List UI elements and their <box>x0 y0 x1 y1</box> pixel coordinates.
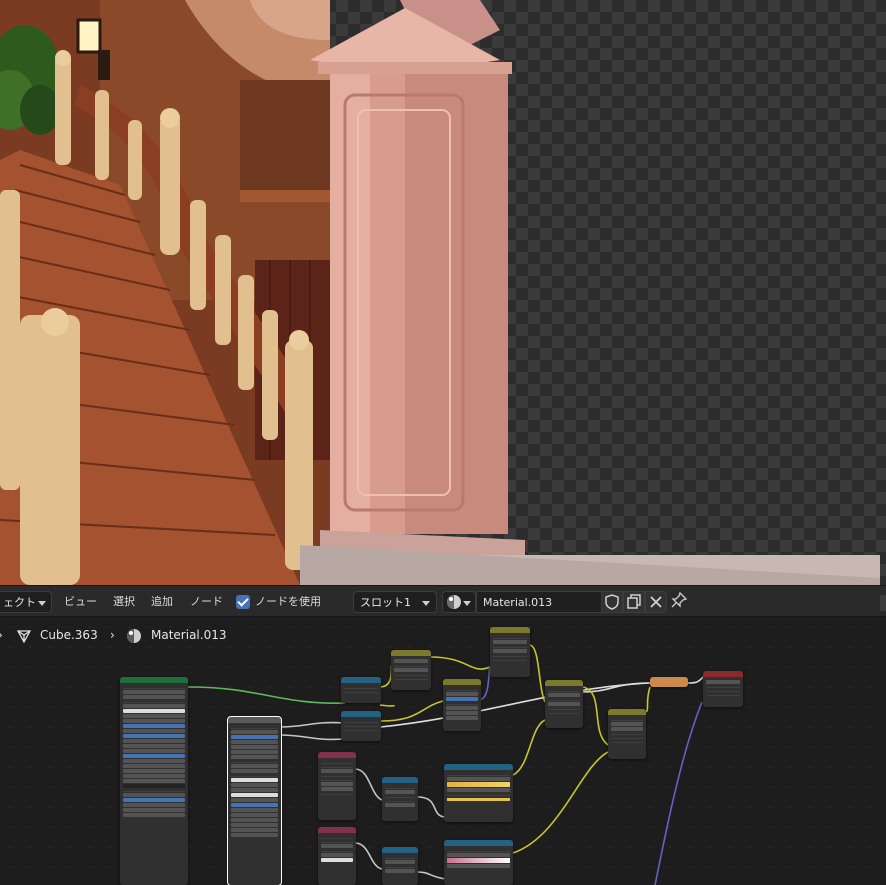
duplicate-icon <box>627 594 641 609</box>
mix-node-b[interactable] <box>341 711 381 741</box>
chevron-right-icon: › <box>0 628 3 642</box>
use-nodes-label: ノードを使用 <box>255 595 321 608</box>
slot-dropdown[interactable]: スロット1 <box>353 591 437 613</box>
node-editor-canvas[interactable] <box>0 617 886 885</box>
float-link <box>417 796 447 818</box>
color-link <box>512 719 546 776</box>
breadcrumb-material[interactable]: Material.013 <box>151 628 226 642</box>
color-ramp-node-a[interactable] <box>444 764 513 822</box>
float-link <box>277 734 346 741</box>
fake-user-button[interactable] <box>601 591 623 613</box>
fake-user-shield-icon <box>605 594 619 610</box>
render-scene <box>0 0 880 585</box>
sphere-icon <box>447 595 461 609</box>
mapping-node[interactable] <box>227 716 282 885</box>
dropdown-chevron-icon <box>422 601 430 606</box>
float-link <box>417 871 447 880</box>
unlink-material-button[interactable] <box>645 591 667 613</box>
color-link <box>529 644 546 703</box>
editor-mode-dropdown[interactable]: ェクト <box>0 591 52 613</box>
menu-view[interactable]: ビュー <box>64 591 97 613</box>
float-link <box>354 768 383 801</box>
math-node-b[interactable] <box>382 847 418 885</box>
attribute-node[interactable] <box>318 827 356 885</box>
material-name-text: Material.013 <box>483 596 553 609</box>
header-scroll-edge <box>880 595 886 611</box>
use-nodes-checkbox[interactable] <box>236 595 250 609</box>
pin-button[interactable] <box>670 591 690 613</box>
color-link <box>644 686 651 713</box>
color-link <box>429 656 491 670</box>
breadcrumb-object[interactable]: Cube.363 <box>40 628 98 642</box>
float-link <box>354 842 383 870</box>
duplicate-material-button[interactable] <box>623 591 645 613</box>
mix-rgb-node-mid[interactable] <box>545 680 583 728</box>
editor-mode-label: ェクト <box>3 596 36 609</box>
slot-label: スロット1 <box>360 596 411 609</box>
pin-icon <box>671 591 688 608</box>
mix-node-a[interactable] <box>341 677 381 703</box>
shader-output-link <box>687 676 704 684</box>
object-info-node[interactable] <box>318 752 356 820</box>
pillar <box>300 0 880 585</box>
color-link <box>512 751 609 854</box>
plant <box>0 25 60 135</box>
float-link <box>277 721 346 728</box>
menu-node[interactable]: ノード <box>190 591 223 613</box>
reroute-bsdf-node[interactable] <box>650 677 688 687</box>
chevron-right-icon: › <box>110 628 115 642</box>
vector-link <box>654 701 703 885</box>
mesh-icon <box>16 630 32 643</box>
principled-bsdf-node[interactable] <box>120 677 188 885</box>
menu-select[interactable]: 選択 <box>113 591 135 613</box>
shader-link <box>187 686 346 704</box>
3d-viewport-render[interactable] <box>0 0 886 585</box>
material-output-node[interactable] <box>703 671 743 707</box>
close-icon <box>650 596 662 608</box>
color-link <box>379 700 444 722</box>
color-ramp-node-b[interactable] <box>444 840 513 885</box>
material-name-field[interactable]: Material.013 <box>476 591 602 613</box>
vector-link <box>479 666 491 701</box>
menu-add[interactable]: 追加 <box>151 591 173 613</box>
material-icon <box>127 629 141 643</box>
material-browse-button[interactable] <box>442 591 476 613</box>
mix-rgb-node-top[interactable] <box>490 627 530 677</box>
color-mix-node[interactable] <box>391 650 431 690</box>
dropdown-chevron-icon <box>463 601 471 606</box>
mix-rgb-node-right[interactable] <box>608 709 646 759</box>
color-link <box>379 704 395 707</box>
noise-texture-node[interactable] <box>443 679 481 731</box>
color-link <box>582 686 609 746</box>
node-editor-header: ェクト ビュー 選択 追加 ノード ノードを使用 スロット1 Material.… <box>0 585 886 617</box>
dropdown-chevron-icon <box>38 601 46 606</box>
math-node-a[interactable] <box>382 777 418 821</box>
